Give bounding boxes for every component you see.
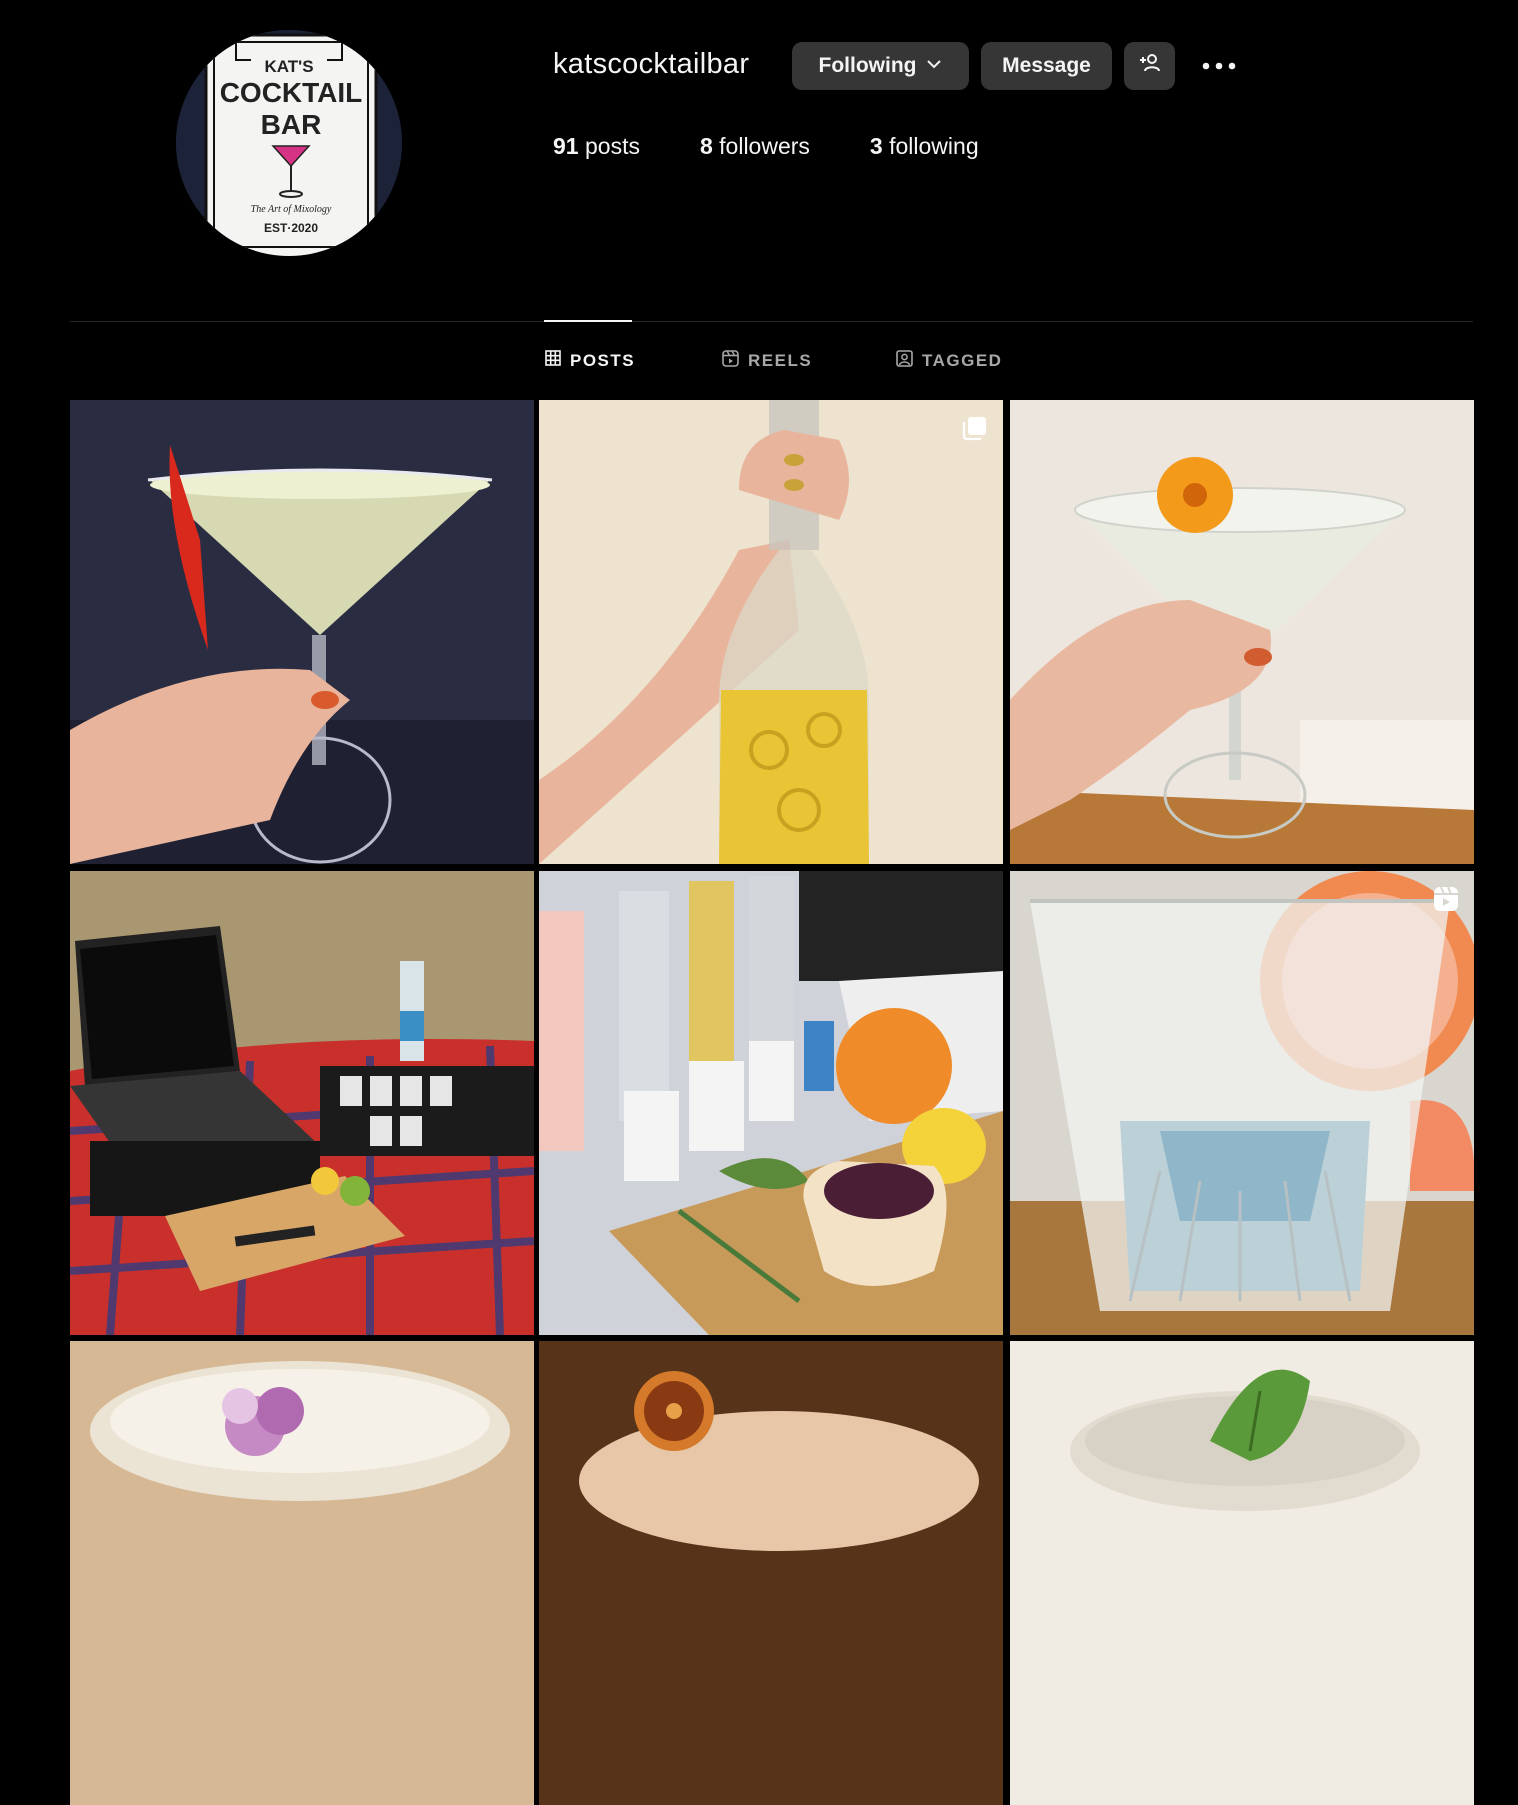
- logo-line2: COCKTAIL: [220, 77, 363, 108]
- post-image-martini-chili: [70, 400, 534, 864]
- post-image-lemon-bottle: [539, 400, 1003, 864]
- suggest-users-button[interactable]: [1124, 42, 1175, 90]
- post-tile-9[interactable]: [1010, 1341, 1474, 1805]
- post-tile-5[interactable]: [539, 871, 1003, 1335]
- following-button[interactable]: Following: [792, 42, 969, 90]
- profile-stats: 91 posts 8 followers 3 following: [553, 133, 1039, 160]
- profile-avatar[interactable]: KAT'S COCKTAIL BAR The Art of Mixology E…: [176, 30, 402, 256]
- post-tile-2[interactable]: [539, 400, 1003, 864]
- post-image-gin-crystal-glass: [1010, 871, 1474, 1335]
- tabs-divider: [70, 321, 1473, 322]
- logo-est: EST·2020: [264, 221, 318, 235]
- following-count: 3: [869, 133, 883, 159]
- logo-line1: KAT'S: [264, 57, 313, 76]
- post-tile-4[interactable]: [70, 871, 534, 1335]
- post-image-picnic-laptop: [70, 871, 534, 1335]
- post-tile-1[interactable]: [70, 400, 534, 864]
- followers-label: followers: [719, 133, 810, 159]
- profile-username: katscocktailbar: [553, 48, 750, 80]
- message-label: Message: [1002, 54, 1091, 77]
- post-image-flower-cocktail: [70, 1341, 534, 1805]
- add-user-icon: [1138, 51, 1162, 81]
- carousel-icon: [962, 415, 988, 441]
- logo-tagline: The Art of Mixology: [251, 204, 332, 215]
- more-options-button[interactable]: [1198, 50, 1240, 82]
- tab-posts-label: POSTS: [570, 350, 636, 370]
- post-tile-3[interactable]: [1010, 400, 1474, 864]
- chevron-down-icon: [926, 54, 942, 78]
- posts-label: posts: [584, 133, 640, 159]
- post-tile-6[interactable]: [1010, 871, 1474, 1335]
- reel-icon: [1433, 886, 1459, 912]
- more-dots-icon: [1202, 57, 1236, 75]
- posts-count: 91: [553, 133, 579, 159]
- post-image-marigold-martini: [1010, 400, 1474, 864]
- tab-posts[interactable]: POSTS: [545, 350, 635, 371]
- following-label: Following: [818, 54, 917, 77]
- logo-line3: BAR: [261, 109, 322, 140]
- grid-icon: [545, 350, 561, 371]
- post-tile-8[interactable]: [539, 1341, 1003, 1805]
- tab-tagged-label: TAGGED: [922, 351, 1003, 370]
- following-stat[interactable]: 3 following: [870, 133, 979, 160]
- posts-stat: 91 posts: [553, 133, 640, 160]
- following-label-stat: following: [889, 133, 979, 159]
- tab-reels[interactable]: REELS: [722, 350, 812, 372]
- post-tile-7[interactable]: [70, 1341, 534, 1805]
- followers-stat[interactable]: 8 followers: [700, 133, 810, 160]
- post-image-orange-wheel-cocktail: [539, 1341, 1003, 1805]
- post-image-tonic-gin-set: [539, 871, 1003, 1335]
- tagged-icon: [896, 350, 913, 372]
- reels-icon: [722, 350, 739, 372]
- followers-count: 8: [699, 133, 713, 159]
- message-button[interactable]: Message: [981, 42, 1112, 90]
- tab-tagged[interactable]: TAGGED: [896, 350, 1002, 372]
- active-tab-indicator: [544, 320, 632, 322]
- tab-reels-label: REELS: [748, 351, 813, 370]
- post-image-basil-cocktail: [1010, 1341, 1474, 1805]
